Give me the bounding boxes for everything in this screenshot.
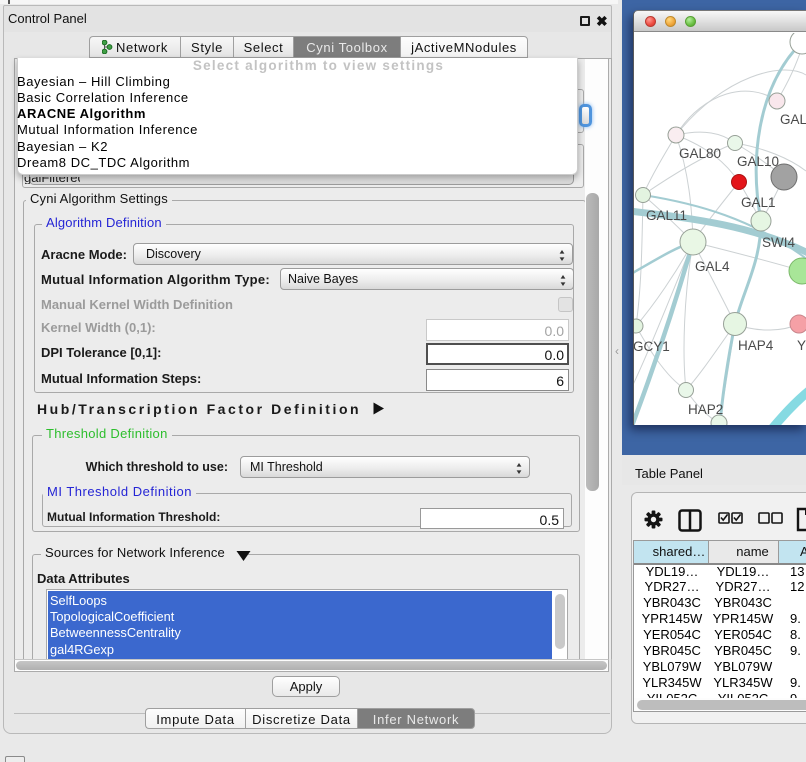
svg-text:HAP2: HAP2 [688, 402, 723, 417]
svg-text:GAL10: GAL10 [737, 154, 779, 169]
svg-text:GAL4: GAL4 [695, 259, 730, 274]
svg-text:GAL80: GAL80 [679, 146, 721, 161]
svg-text:GAL11: GAL11 [646, 208, 687, 223]
svg-text:GCY1: GCY1 [634, 339, 670, 354]
svg-text:HAP4: HAP4 [738, 338, 774, 353]
svg-text:Y: Y [797, 338, 806, 353]
svg-text:GAL1: GAL1 [741, 195, 776, 210]
svg-text:GAL7: GAL7 [780, 112, 806, 127]
svg-text:SWI4: SWI4 [762, 235, 795, 250]
